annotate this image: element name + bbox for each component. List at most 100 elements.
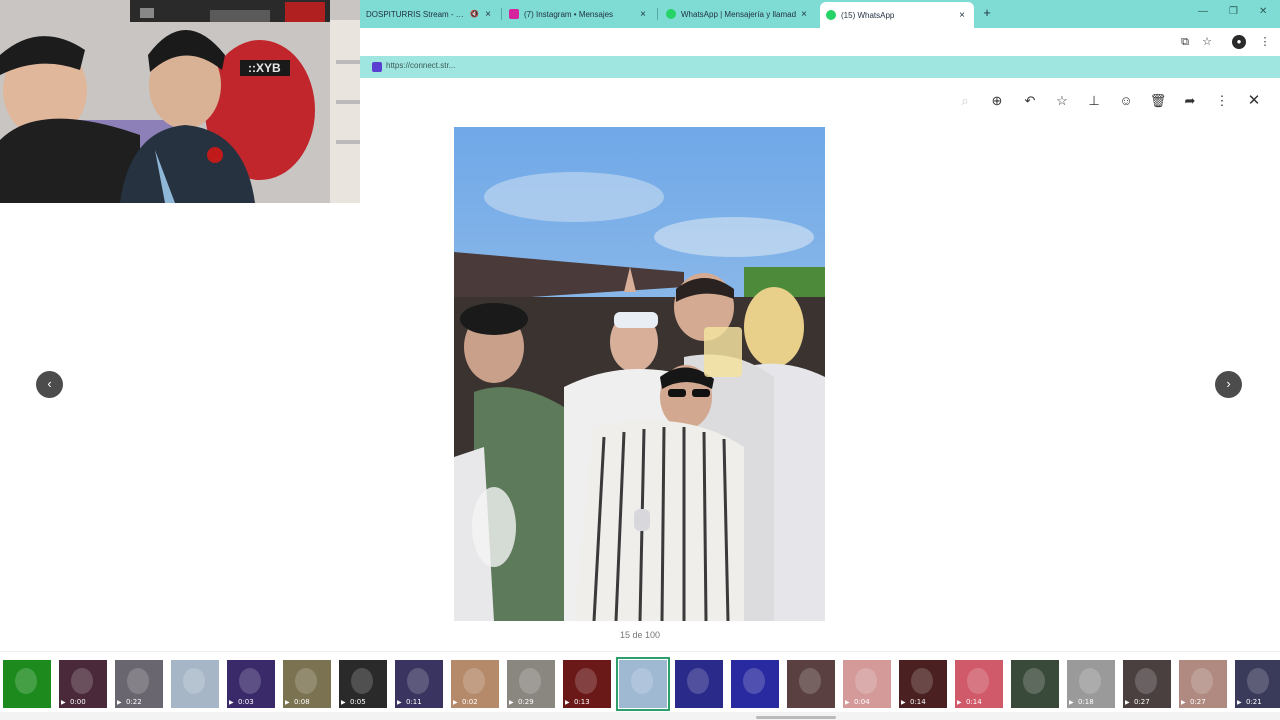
- thumbnail[interactable]: ▶ 0:08: [283, 660, 331, 708]
- thumbnail-image: [911, 668, 933, 694]
- webcam-overlay: ::XYB: [0, 0, 360, 203]
- video-icon: ▶: [901, 700, 906, 706]
- tab-whatsapp-web[interactable]: WhatsApp | Mensajería y llamad ×: [660, 4, 816, 24]
- thumbnail[interactable]: ▶ 0:14: [955, 660, 1003, 708]
- thumbnail[interactable]: [731, 660, 779, 708]
- thumbnail-image: [407, 668, 429, 694]
- delete-icon[interactable]: 🗑: [1149, 92, 1167, 110]
- muted-icon[interactable]: 🔇: [470, 10, 479, 18]
- star-message-icon[interactable]: ☆: [1053, 92, 1071, 110]
- thumbnail[interactable]: ▶ 0:18: [1067, 660, 1115, 708]
- video-icon: ▶: [117, 700, 122, 706]
- thumbnail[interactable]: ▶ 0:05: [339, 660, 387, 708]
- thumbnail-image: [239, 668, 261, 694]
- video-duration: 0:02: [462, 698, 478, 706]
- svg-text:::XYB: ::XYB: [248, 61, 281, 75]
- pin-icon[interactable]: ⊥: [1085, 92, 1103, 110]
- browser-menu-icon[interactable]: ⋮: [1258, 35, 1272, 49]
- tab-title: DOSPITURRIS Stream - Wat: [366, 9, 468, 19]
- thumbnail-image: [183, 668, 205, 694]
- minimize-icon[interactable]: —: [1198, 6, 1208, 17]
- thumbnail[interactable]: ▶ 0:14: [899, 660, 947, 708]
- close-viewer-icon[interactable]: ✕: [1245, 92, 1263, 110]
- install-app-icon[interactable]: ⧉: [1178, 35, 1192, 49]
- video-duration: 0:00: [70, 698, 86, 706]
- thumbnail-selected[interactable]: [616, 657, 670, 711]
- video-icon: ▶: [845, 700, 850, 706]
- tab-whatsapp-active[interactable]: (15) WhatsApp ×: [820, 2, 974, 28]
- more-options-icon[interactable]: ⋮: [1213, 92, 1231, 110]
- thumbnail[interactable]: ▶ 0:27: [1123, 660, 1171, 708]
- next-media-button[interactable]: ›: [1215, 371, 1242, 398]
- link-favicon-icon: [372, 62, 382, 72]
- react-emoji-icon[interactable]: ☺: [1117, 92, 1135, 110]
- video-icon: ▶: [341, 700, 346, 706]
- previous-media-button[interactable]: ‹: [36, 371, 63, 398]
- browser-tab-strip: DOSPITURRIS Stream - Wat 🔇 × (7) Instagr…: [360, 0, 1280, 28]
- thumbnail-strip: ▶ 0:00 ▶ 0:22 ▶ 0:03 ▶ 0:08 ▶ 0:05 ▶ 0:11 ▶ 0:02 ▶ 0:29…: [0, 657, 1280, 711]
- thumbnail[interactable]: [171, 660, 219, 708]
- thumbnail-image: [575, 668, 597, 694]
- close-tab-icon[interactable]: ×: [798, 9, 810, 20]
- media-counter: 15 de 100: [619, 630, 661, 640]
- close-window-icon[interactable]: ✕: [1259, 6, 1267, 17]
- thumbnail[interactable]: ▶ 0:21: [1235, 660, 1280, 708]
- video-duration: 0:11: [406, 698, 422, 706]
- tab-title: WhatsApp | Mensajería y llamad: [681, 9, 797, 19]
- video-duration: 0:08: [294, 698, 310, 706]
- thumbnail-image: [351, 668, 373, 694]
- video-duration: 0:18: [1078, 698, 1094, 706]
- video-icon: ▶: [1069, 700, 1074, 706]
- video-icon: ▶: [1237, 700, 1242, 706]
- thumbnail[interactable]: ▶ 0:11: [395, 660, 443, 708]
- thumbnail[interactable]: [1011, 660, 1059, 708]
- forward-icon[interactable]: ➦: [1181, 92, 1199, 110]
- thumbnail[interactable]: ▶ 0:29: [507, 660, 555, 708]
- thumbnail[interactable]: [675, 660, 723, 708]
- new-tab-button[interactable]: +: [979, 4, 995, 22]
- thumbnail[interactable]: [787, 660, 835, 708]
- thumbnail-image: [1079, 668, 1101, 694]
- thumbnail[interactable]: ▶ 0:04: [843, 660, 891, 708]
- party-photo-image: [454, 127, 825, 621]
- tab-stream[interactable]: DOSPITURRIS Stream - Wat 🔇 ×: [360, 4, 500, 24]
- tab-title: (7) Instagram • Mensajes: [524, 9, 614, 19]
- thumbnail[interactable]: [3, 660, 51, 708]
- thumbnail-image: [967, 668, 989, 694]
- thumbnail[interactable]: ▶ 0:03: [227, 660, 275, 708]
- tab-separator: [657, 8, 658, 20]
- video-duration: 0:21: [1246, 698, 1262, 706]
- video-duration: 0:27: [1190, 698, 1206, 706]
- close-tab-icon[interactable]: ×: [482, 9, 494, 20]
- close-tab-icon[interactable]: ×: [956, 10, 968, 21]
- video-icon: ▶: [285, 700, 290, 706]
- media-photo[interactable]: [454, 127, 825, 621]
- thumbnail-image: [15, 668, 37, 694]
- thumbnail[interactable]: ▶ 0:27: [1179, 660, 1227, 708]
- profile-avatar-icon[interactable]: ●: [1232, 35, 1246, 49]
- video-duration: 0:14: [910, 698, 926, 706]
- thumbnail[interactable]: ▶ 0:22: [115, 660, 163, 708]
- instagram-icon: [509, 9, 519, 19]
- thumbnail[interactable]: ▶ 0:00: [59, 660, 107, 708]
- reply-icon[interactable]: ↶: [1021, 92, 1039, 110]
- thumbnail-image: [1191, 668, 1213, 694]
- thumbnail-image: [631, 668, 653, 694]
- video-icon: ▶: [509, 700, 514, 706]
- video-duration: 0:04: [854, 698, 870, 706]
- video-duration: 0:05: [350, 698, 366, 706]
- zoom-out-icon[interactable]: ⌕: [956, 92, 974, 110]
- thumbnail[interactable]: ▶ 0:02: [451, 660, 499, 708]
- close-tab-icon[interactable]: ×: [637, 9, 649, 20]
- maximize-icon[interactable]: ❐: [1229, 6, 1238, 17]
- zoom-in-icon[interactable]: ⊕: [988, 92, 1006, 110]
- tab-instagram[interactable]: (7) Instagram • Mensajes ×: [503, 4, 655, 24]
- url-text[interactable]: https://connect.str...: [386, 61, 455, 70]
- horizontal-scrollbar[interactable]: [756, 716, 836, 719]
- divider: [0, 651, 1280, 652]
- video-duration: 0:27: [1134, 698, 1150, 706]
- screen: DOSPITURRIS Stream - Wat 🔇 × (7) Instagr…: [0, 0, 1280, 720]
- star-icon[interactable]: ☆: [1200, 35, 1214, 49]
- thumbnail-image: [295, 668, 317, 694]
- thumbnail[interactable]: ▶ 0:13: [563, 660, 611, 708]
